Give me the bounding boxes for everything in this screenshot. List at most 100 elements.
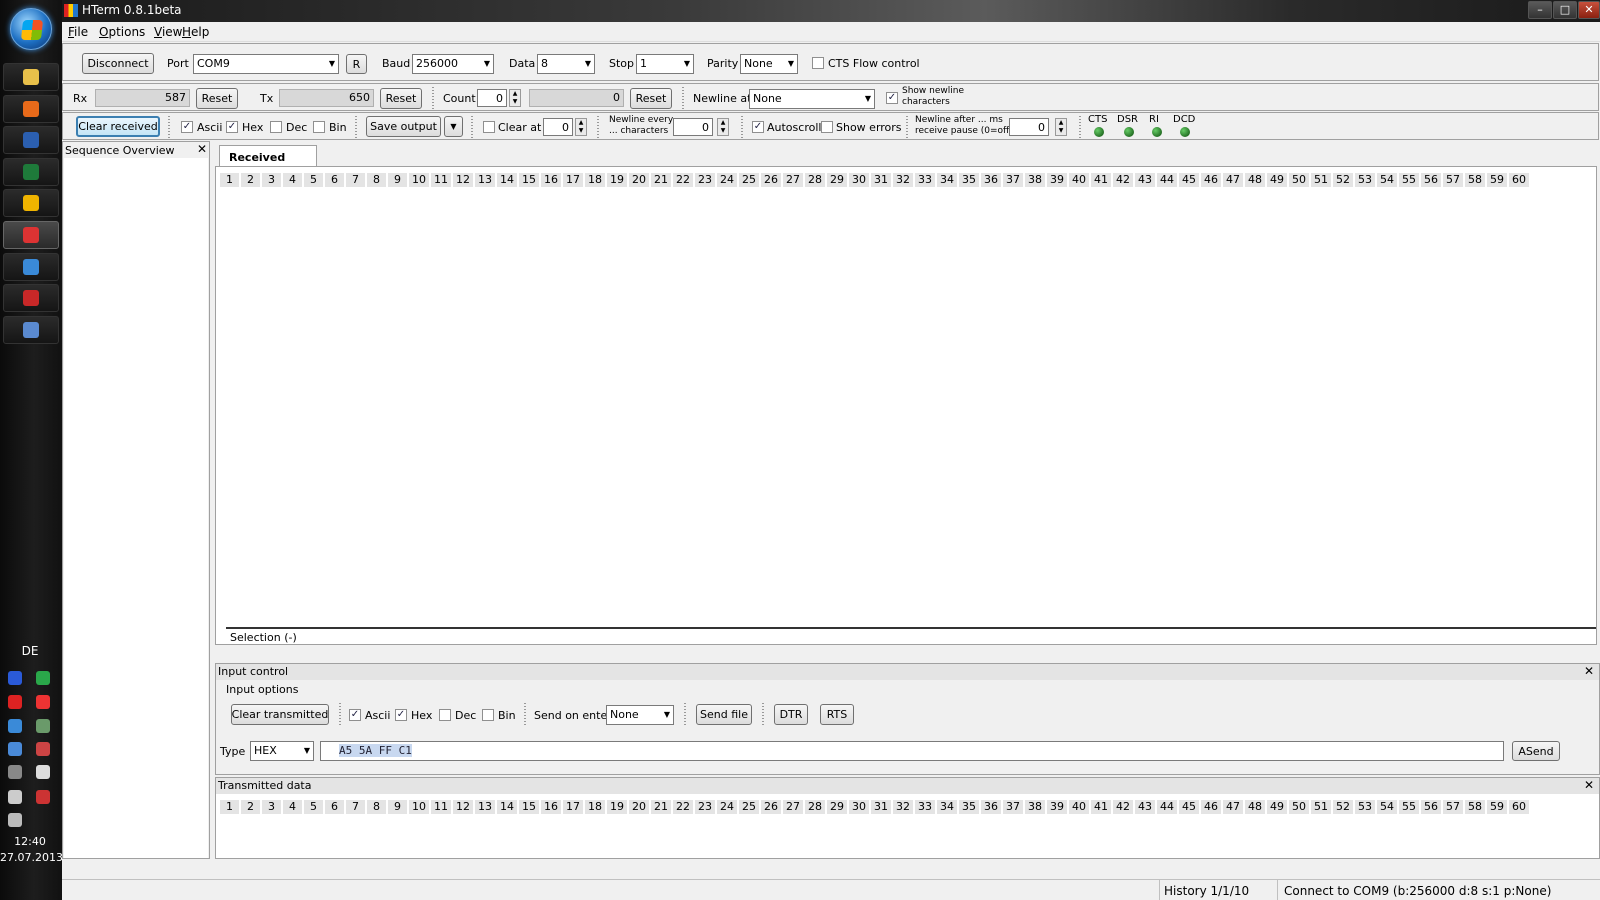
tx-reset-button[interactable]: Reset (380, 88, 422, 109)
clear-at-checkbox[interactable] (483, 121, 495, 133)
count-reset-button[interactable]: Reset (630, 88, 672, 109)
device-icon[interactable] (36, 719, 50, 733)
sequence-list[interactable] (64, 158, 208, 858)
stop-bits-value: 1 (640, 57, 647, 70)
rx-ascii-checkbox[interactable]: ✓ (181, 121, 193, 133)
received-data-view[interactable]: 1 2 3 4 5 6 7 8 9 10 11 12 13 14 15 16 17 18 19 20 21 22 23 24 2… (215, 166, 1597, 645)
stop-bits-select[interactable]: 1 ▼ (636, 54, 694, 74)
dsr-indicator-label: DSR (1117, 114, 1138, 125)
taskbar-app-button[interactable] (3, 189, 59, 218)
tx-bin-checkbox[interactable] (482, 709, 494, 721)
dtr-button[interactable]: DTR (774, 704, 808, 725)
newline-at-select[interactable]: None ▼ (749, 89, 875, 109)
taskbar-app-button[interactable] (3, 221, 59, 249)
newline-after-spinner[interactable]: ▲ ▼ (1055, 118, 1067, 136)
menu-view[interactable]: View (154, 25, 182, 39)
count-spinner[interactable]: ▲ ▼ (509, 89, 521, 107)
clear-at-input[interactable]: 0 (543, 118, 573, 136)
menu-help[interactable]: Help (182, 25, 209, 39)
tx-dec-checkbox[interactable] (439, 709, 451, 721)
autoscroll-checkbox[interactable]: ✓ (752, 121, 764, 133)
close-button[interactable]: ✕ (1578, 1, 1600, 19)
type-select[interactable]: HEX ▼ (250, 741, 314, 761)
count-input[interactable]: 0 (477, 89, 507, 107)
start-button[interactable] (10, 8, 52, 50)
bluetooth-icon[interactable] (8, 671, 22, 685)
data-bits-select[interactable]: 8 ▼ (537, 54, 595, 74)
sync-icon[interactable] (8, 719, 22, 733)
ri-indicator-label: RI (1149, 114, 1159, 125)
tx-hex-checkbox[interactable]: ✓ (395, 709, 407, 721)
taskbar-app-button[interactable] (3, 315, 59, 344)
chevron-down-icon: ▼ (328, 59, 335, 68)
parity-select[interactable]: None ▼ (740, 54, 798, 74)
rx-column-header: 40 (1069, 173, 1089, 187)
tx-column-header: 60 (1509, 800, 1529, 814)
tx-column-header: 15 (519, 800, 539, 814)
asend-button[interactable]: ASend (1512, 741, 1560, 761)
show-newline-checkbox[interactable]: ✓ (886, 92, 898, 104)
taskbar-app-button[interactable] (3, 284, 59, 313)
rts-button[interactable]: RTS (820, 704, 854, 725)
clear-at-spinner[interactable]: ▲ ▼ (575, 118, 587, 136)
clear-transmitted-button[interactable]: Clear transmitted (231, 704, 329, 725)
tx-bin-label: Bin (498, 709, 516, 722)
minimize-button[interactable]: – (1528, 1, 1552, 19)
baud-select[interactable]: 256000 ▼ (412, 54, 494, 74)
network-tray-icon[interactable] (8, 790, 22, 804)
close-icon[interactable]: ✕ (1584, 778, 1594, 792)
maximize-button[interactable]: □ (1553, 1, 1577, 19)
rx-bin-checkbox[interactable] (313, 121, 325, 133)
close-icon[interactable]: ✕ (1584, 664, 1594, 678)
tx-ascii-checkbox[interactable]: ✓ (349, 709, 361, 721)
rx-reset-button[interactable]: Reset (196, 88, 238, 109)
antivirus-icon[interactable] (8, 695, 22, 709)
language-indicator[interactable]: DE (0, 644, 60, 658)
close-icon[interactable]: ✕ (197, 142, 207, 156)
adobe-icon[interactable] (36, 695, 50, 709)
save-output-button[interactable]: Save output (366, 116, 441, 137)
input-control-header (216, 664, 1599, 680)
show-newline-label-line2: characters (902, 97, 950, 107)
rx-hex-checkbox[interactable]: ✓ (226, 121, 238, 133)
tab-received-data[interactable]: Received Data (219, 145, 317, 177)
menu-options[interactable]: Options (99, 25, 145, 39)
title-bar[interactable]: HTerm 0.8.1beta – □ ✕ (62, 0, 1600, 22)
rx-column-header: 20 (629, 173, 649, 187)
menu-file[interactable]: File (68, 25, 88, 39)
newline-every-spinner[interactable]: ▲ ▼ (717, 118, 729, 136)
volume-icon[interactable] (8, 813, 22, 827)
clock[interactable]: 12:40 27.07.2013 (0, 834, 63, 866)
share-icon[interactable] (36, 742, 50, 756)
tx-count: 650 (279, 89, 374, 107)
save-output-dropdown[interactable]: ▼ (444, 116, 463, 137)
printer-icon[interactable] (8, 765, 22, 779)
taskbar-app-button[interactable] (3, 94, 59, 123)
clear-received-button[interactable]: Clear received (76, 116, 160, 137)
newline-every-input[interactable]: 0 (673, 118, 713, 136)
taskbar-app-button[interactable] (3, 252, 59, 281)
tx-column-header: 1 (220, 800, 239, 814)
port-select[interactable]: COM9 ▼ (193, 54, 339, 74)
flag-icon[interactable] (36, 765, 50, 779)
send-on-enter-select[interactable]: None ▼ (606, 705, 674, 725)
taskbar-app-button[interactable] (3, 63, 59, 91)
send-input[interactable]: A5 5A FF C1 (320, 741, 1504, 761)
port-label: Port (167, 57, 189, 70)
rx-dec-label: Dec (286, 121, 308, 134)
tx-column-header: 31 (871, 800, 891, 814)
send-file-button[interactable]: Send file (696, 704, 752, 725)
cts-flow-label: CTS Flow control (828, 57, 920, 70)
disconnect-button[interactable]: Disconnect (82, 53, 154, 74)
taskbar-app-button[interactable] (3, 126, 59, 155)
cts-flow-checkbox[interactable] (812, 57, 824, 69)
display-icon[interactable] (36, 790, 50, 804)
taskbar-app-button[interactable] (3, 157, 59, 186)
rx-dec-checkbox[interactable] (270, 121, 282, 133)
tool-icon[interactable] (8, 742, 22, 756)
show-errors-checkbox[interactable] (821, 121, 833, 133)
dropbox-icon[interactable] (36, 671, 50, 685)
newline-after-input[interactable]: 0 (1009, 118, 1049, 136)
refresh-ports-button[interactable]: R (346, 54, 367, 74)
rx-column-header: 9 (388, 173, 407, 187)
